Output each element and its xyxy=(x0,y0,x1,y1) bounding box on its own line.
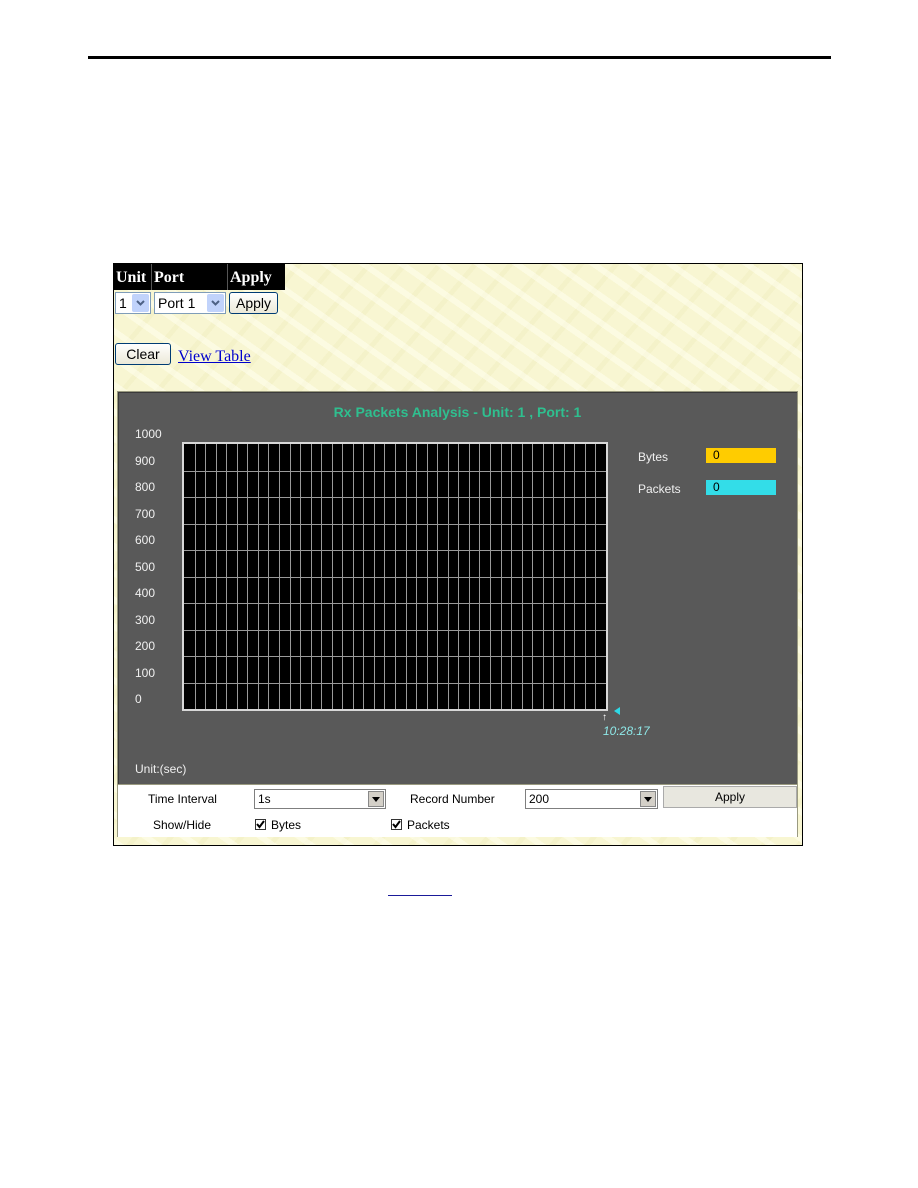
y-tick-label: 900 xyxy=(135,453,156,468)
unit-select-value: 1 xyxy=(119,295,127,311)
footer-link-underline[interactable] xyxy=(388,895,452,896)
y-tick-label: 200 xyxy=(135,639,156,653)
chart-controls: Time Interval 1s Record Number 200 Apply… xyxy=(117,785,798,837)
grid-line-horizontal xyxy=(184,656,606,657)
chevron-down-icon[interactable] xyxy=(207,294,224,312)
column-header-apply: Apply xyxy=(228,264,285,290)
chevron-down-icon[interactable] xyxy=(132,294,149,312)
port-select-value: Port 1 xyxy=(158,295,196,311)
time-interval-label: Time Interval xyxy=(148,792,217,806)
clear-button[interactable]: Clear xyxy=(115,343,171,365)
record-number-select[interactable]: 200 xyxy=(525,789,658,809)
unit-select[interactable]: 1 xyxy=(115,292,151,314)
arrow-up-icon: ↑ xyxy=(602,712,607,723)
legend-label-packets: Packets xyxy=(638,482,681,496)
y-tick-label: 300 xyxy=(135,612,156,627)
time-interval-value: 1s xyxy=(258,792,271,806)
time-interval-select[interactable]: 1s xyxy=(254,789,386,809)
show-bytes-checkbox[interactable] xyxy=(255,819,266,830)
record-number-value: 200 xyxy=(529,792,550,806)
header-table-head: Unit Port Apply xyxy=(114,264,285,290)
show-packets-label: Packets xyxy=(407,818,450,832)
grid-line-horizontal xyxy=(184,603,606,604)
grid-line-horizontal xyxy=(184,682,606,684)
legend-label-bytes: Bytes xyxy=(638,450,669,464)
chart-title: Rx Packets Analysis - Unit: 1 , Port: 1 xyxy=(333,404,582,420)
show-hide-label: Show/Hide xyxy=(153,818,212,832)
view-table-link[interactable]: View Table xyxy=(178,348,251,366)
dropdown-arrow-icon[interactable] xyxy=(368,791,384,807)
header-rule xyxy=(88,56,831,59)
record-number-label: Record Number xyxy=(410,792,495,806)
chart-panel: Rx Packets Analysis - Unit: 1 , Port: 1 … xyxy=(117,391,798,785)
grid-line-horizontal xyxy=(184,629,606,631)
y-tick-label: 700 xyxy=(135,506,156,521)
column-header-port: Port xyxy=(152,264,228,290)
grid-line-horizontal xyxy=(184,497,606,498)
show-bytes-label: Bytes xyxy=(271,818,302,832)
grid-line-horizontal xyxy=(184,550,606,551)
rx-packets-frame: Unit Port Apply 1 Port 1 Apply Clear Vie… xyxy=(113,263,803,846)
y-tick-label: 800 xyxy=(135,480,156,494)
x-tick-label: 10:28:17 xyxy=(603,724,650,738)
header-table-row: 1 Port 1 Apply xyxy=(114,292,279,314)
y-tick-label: 100 xyxy=(135,665,156,680)
legend-value-bytes: 0 xyxy=(706,448,776,463)
legend-value-packets: 0 xyxy=(706,480,776,495)
grid-line-horizontal xyxy=(184,576,606,578)
grid-line-horizontal xyxy=(184,523,606,525)
header-apply-button[interactable]: Apply xyxy=(229,292,279,314)
column-header-unit: Unit xyxy=(114,264,152,290)
chart-apply-button[interactable]: Apply xyxy=(663,786,797,808)
x-axis-label: Unit:(sec) xyxy=(135,762,187,776)
y-tick-label: 500 xyxy=(135,559,156,574)
y-tick-label: 400 xyxy=(135,586,156,600)
dropdown-arrow-icon[interactable] xyxy=(640,791,656,807)
port-select[interactable]: Port 1 xyxy=(154,292,226,314)
y-tick-label: 600 xyxy=(135,533,156,547)
show-packets-checkbox[interactable] xyxy=(391,819,402,830)
grid-line-horizontal xyxy=(184,470,606,472)
y-tick-label: 0 xyxy=(135,692,142,706)
current-time-marker-icon xyxy=(614,707,620,715)
y-tick-label: 1000 xyxy=(135,427,162,441)
plot-area xyxy=(182,442,608,711)
